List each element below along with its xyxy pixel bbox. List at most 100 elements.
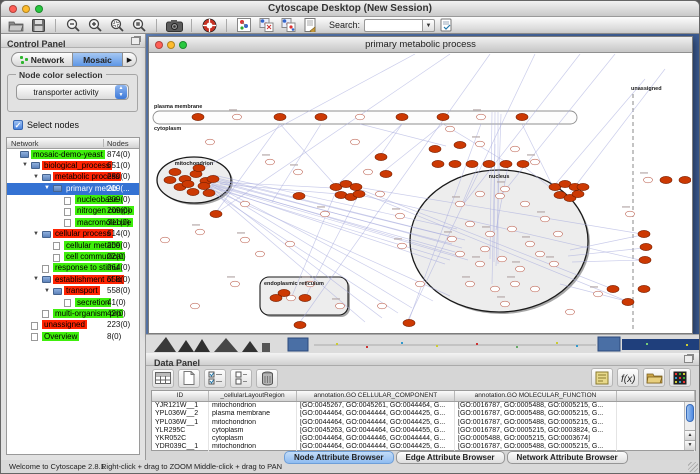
tab-network-attribute-browser[interactable]: Network Attribute Browser xyxy=(507,451,628,464)
tree-column-nodes[interactable]: Nodes xyxy=(107,139,129,148)
network-node-orange[interactable] xyxy=(203,189,215,196)
network-node-white[interactable] xyxy=(516,266,525,272)
network-node-white[interactable] xyxy=(566,309,575,315)
network-node-orange[interactable] xyxy=(207,175,219,182)
cytopanel-east-icon[interactable] xyxy=(279,18,297,33)
network-node-white[interactable] xyxy=(364,169,373,175)
zoom-out-icon[interactable] xyxy=(64,18,82,33)
network-node-orange[interactable] xyxy=(607,285,619,292)
tab-overflow-button[interactable]: ▶ xyxy=(123,52,137,67)
network-node-white[interactable] xyxy=(351,139,360,145)
network-node-orange[interactable] xyxy=(432,160,444,167)
network-node-orange[interactable] xyxy=(293,192,305,199)
network-node-white[interactable] xyxy=(196,229,205,235)
network-node-orange[interactable] xyxy=(572,190,584,197)
disclosure-icon[interactable]: ▼ xyxy=(22,162,28,168)
cytopanel-west-icon[interactable] xyxy=(235,18,253,33)
network-node-orange[interactable] xyxy=(192,113,204,120)
network-node-white[interactable] xyxy=(491,286,500,292)
table-column-header[interactable]: annotation.GO CELLULAR_COMPONENT xyxy=(297,391,455,401)
tree-row[interactable]: cell communicat22(0) xyxy=(7,252,139,263)
network-node-orange[interactable] xyxy=(437,113,449,120)
network-node-white[interactable] xyxy=(356,114,365,120)
table-row[interactable]: YLR295Ccytoplasm[GO:0045263, GO:0044464,… xyxy=(152,427,695,435)
table-row[interactable]: YPL036W__2plasma membrane[GO:0044464, GO… xyxy=(152,410,695,418)
table-column-header[interactable]: ID xyxy=(152,391,209,401)
disclosure-icon[interactable]: ▼ xyxy=(44,185,50,191)
network-node-white[interactable] xyxy=(626,211,635,217)
zoom-selected-icon[interactable] xyxy=(108,18,126,33)
tree-row[interactable]: response to stimul264(0) xyxy=(7,263,139,274)
network-canvas[interactable]: plasma membranecytoplasmmitochondrionnuc… xyxy=(150,54,691,333)
network-node-orange[interactable] xyxy=(516,113,528,120)
network-node-white[interactable] xyxy=(498,256,507,262)
network-node-white[interactable] xyxy=(241,237,250,243)
network-node-orange[interactable] xyxy=(198,182,210,189)
disclosure-icon[interactable]: ▼ xyxy=(44,288,50,294)
network-node-white[interactable] xyxy=(554,231,563,237)
network-node-white[interactable] xyxy=(206,139,215,145)
network-node-orange[interactable] xyxy=(638,230,650,237)
network-node-orange[interactable] xyxy=(274,113,286,120)
network-node-white[interactable] xyxy=(531,286,540,292)
tree-row[interactable]: nitrogen compo209(0) xyxy=(7,206,139,217)
table-row[interactable]: YJR121W__1mitochondrion[GO:0045267, GO:0… xyxy=(152,402,695,410)
network-node-white[interactable] xyxy=(336,303,345,309)
tree-row[interactable]: unassigned223(0) xyxy=(7,320,139,331)
network-node-orange[interactable] xyxy=(639,256,651,263)
network-node-white[interactable] xyxy=(508,226,517,232)
network-node-white[interactable] xyxy=(481,246,490,252)
network-node-white[interactable] xyxy=(476,191,485,197)
network-node-white[interactable] xyxy=(398,243,407,249)
export-icon[interactable] xyxy=(301,18,319,33)
zoom-in-icon[interactable] xyxy=(86,18,104,33)
snapshot-icon[interactable] xyxy=(165,18,183,33)
search-config-icon[interactable] xyxy=(437,18,455,33)
tree-row[interactable]: ▼biological_process651(0) xyxy=(7,160,139,171)
network-node-orange[interactable] xyxy=(429,145,441,152)
help-icon[interactable] xyxy=(200,18,218,33)
table-column-header[interactable] xyxy=(617,391,695,401)
network-node-white[interactable] xyxy=(191,303,200,309)
tree-row[interactable]: ▼transport558(0) xyxy=(7,286,139,297)
network-node-white[interactable] xyxy=(416,281,425,287)
network-node-white[interactable] xyxy=(456,251,465,257)
select-node-attributes-icon[interactable] xyxy=(204,369,226,388)
network-node-white[interactable] xyxy=(476,261,485,267)
tree-row[interactable]: secretion41(0) xyxy=(7,297,139,308)
network-node-orange[interactable] xyxy=(380,170,392,177)
save-icon[interactable] xyxy=(29,18,47,33)
network-node-white[interactable] xyxy=(476,141,485,147)
network-node-orange[interactable] xyxy=(638,285,650,292)
zoom-fit-icon[interactable] xyxy=(130,18,148,33)
network-node-white[interactable] xyxy=(378,303,387,309)
network-node-orange[interactable] xyxy=(622,298,634,305)
network-node-orange[interactable] xyxy=(375,153,387,160)
network-node-orange[interactable] xyxy=(187,188,199,195)
tab-network[interactable]: Network xyxy=(11,52,73,67)
function-builder-icon[interactable]: f(x) xyxy=(617,368,639,387)
network-node-white[interactable] xyxy=(536,251,545,257)
network-node-white[interactable] xyxy=(161,237,170,243)
network-node-white[interactable] xyxy=(448,236,457,242)
attribute-matrix-icon[interactable] xyxy=(669,368,691,387)
network-node-white[interactable] xyxy=(511,281,520,287)
network-node-orange[interactable] xyxy=(315,113,327,120)
network-node-white[interactable] xyxy=(477,114,486,120)
network-window-titlebar[interactable]: primary metabolic process xyxy=(149,37,692,53)
search-input[interactable] xyxy=(364,19,422,32)
network-node-orange[interactable] xyxy=(210,210,222,217)
tree-row[interactable]: Overview8(0) xyxy=(7,331,139,342)
resize-grip-icon[interactable] xyxy=(688,462,698,472)
delete-attributes-icon[interactable] xyxy=(256,369,278,388)
open-icon[interactable] xyxy=(7,18,25,33)
table-scrollbar[interactable]: ▲ ▼ xyxy=(684,402,695,450)
network-node-white[interactable] xyxy=(501,301,510,307)
tree-row[interactable]: multi-organism pro42(0) xyxy=(7,308,139,319)
network-node-white[interactable] xyxy=(521,201,530,207)
network-node-orange[interactable] xyxy=(577,183,589,190)
network-node-white[interactable] xyxy=(233,114,242,120)
network-node-white[interactable] xyxy=(286,241,295,247)
network-node-white[interactable] xyxy=(256,251,265,257)
network-node-white[interactable] xyxy=(231,281,240,287)
